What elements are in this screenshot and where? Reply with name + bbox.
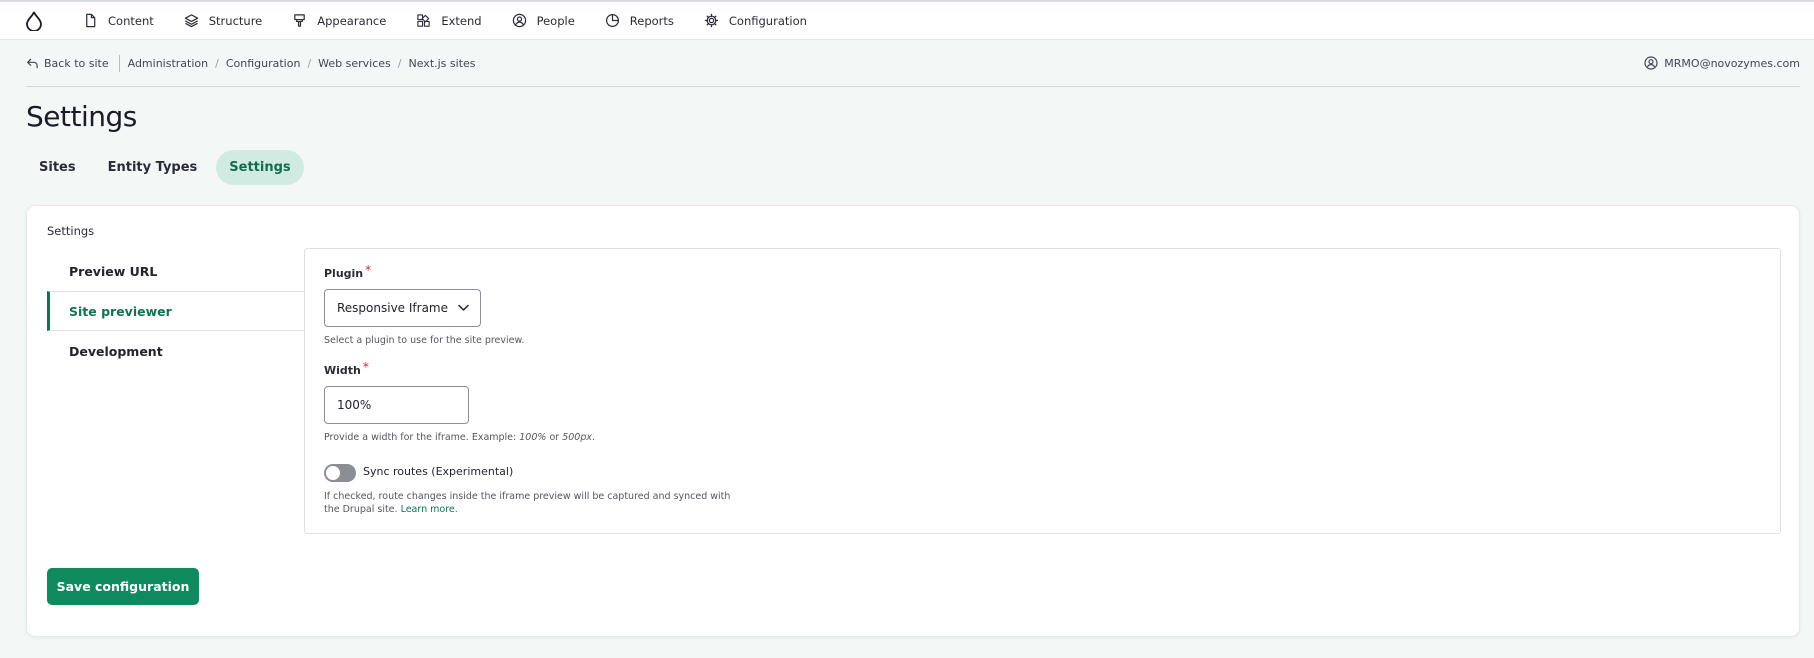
toolbar-item-appearance[interactable]: Appearance <box>277 2 401 40</box>
vertical-tab-development[interactable]: Development <box>47 331 305 371</box>
toolbar-item-configuration[interactable]: Configuration <box>689 2 822 40</box>
toolbar-item-label: Structure <box>208 13 263 28</box>
sync-routes-toggle[interactable] <box>324 464 356 482</box>
gear-icon <box>704 13 719 28</box>
width-label-text: Width <box>324 364 361 377</box>
required-marker: * <box>365 263 372 277</box>
toolbar-item-reports[interactable]: Reports <box>590 2 689 40</box>
plugin-label-text: Plugin <box>324 267 364 280</box>
breadcrumb-item[interactable]: Next.js sites <box>409 57 476 70</box>
chevron-down-icon <box>458 304 469 311</box>
width-help: Provide a width for the iframe. Example:… <box>324 431 595 444</box>
settings-form-card: Settings Preview URL Site previewer Deve… <box>26 205 1800 637</box>
back-to-site-label: Back to site <box>44 56 109 70</box>
toolbar-item-label: Content <box>108 13 154 28</box>
sync-routes-help: If checked, route changes inside the ifr… <box>324 490 730 516</box>
breadcrumb-separator: / <box>215 56 219 70</box>
breadcrumb-item[interactable]: Configuration <box>226 57 301 70</box>
drupal-drop-icon[interactable] <box>0 2 68 40</box>
width-input[interactable]: 100% <box>324 386 469 424</box>
width-help-or: or <box>546 432 563 443</box>
back-to-site-link[interactable]: Back to site <box>26 57 117 70</box>
brush-icon <box>294 14 306 27</box>
toolbar-item-label: Extend <box>441 13 482 28</box>
plugin-select[interactable]: Responsive Iframe <box>324 289 481 327</box>
site-previewer-pane: Plugin * Responsive Iframe Select a plugi… <box>304 248 1781 534</box>
vertical-tab-preview-url[interactable]: Preview URL <box>47 251 305 291</box>
width-label: Width * <box>324 360 369 377</box>
toolbar-item-content[interactable]: Content <box>68 2 169 40</box>
plugin-label: Plugin * <box>324 263 372 280</box>
user-circle-icon <box>1644 56 1658 70</box>
breadcrumb-divider <box>118 54 120 72</box>
tab-sites[interactable]: Sites <box>26 150 89 185</box>
width-example-px: 500px <box>562 432 592 443</box>
toolbar-item-label: Reports <box>629 13 674 28</box>
page-title: Settings <box>26 100 137 133</box>
breadcrumb-item[interactable]: Web services <box>318 57 391 70</box>
user-menu[interactable]: MRMO@novozymes.com <box>1644 56 1800 70</box>
vertical-tabs: Preview URL Site previewer Development <box>47 251 305 371</box>
toolbar-item-label: Configuration <box>728 13 807 28</box>
document-icon <box>86 13 96 28</box>
admin-toolbar: Content Structure Appearance Extend Peop… <box>0 0 1814 40</box>
layers-icon <box>184 14 198 28</box>
width-help-suffix: . <box>592 432 596 443</box>
sync-routes-help-line2: the Drupal site. <box>324 504 401 515</box>
toolbar-item-label: Appearance <box>317 13 387 28</box>
required-marker: * <box>362 360 369 374</box>
sync-routes-label[interactable]: Sync routes (Experimental) <box>363 465 513 478</box>
vertical-tab-site-previewer[interactable]: Site previewer <box>47 291 305 331</box>
toolbar-item-structure[interactable]: Structure <box>169 2 278 40</box>
toolbar-item-people[interactable]: People <box>497 2 590 40</box>
width-help-text: Provide a width for the iframe. Example: <box>324 432 520 443</box>
back-arrow-icon <box>27 58 38 68</box>
tab-entity-types[interactable]: Entity Types <box>95 150 211 185</box>
breadcrumb-separator: / <box>307 56 312 70</box>
save-configuration-button[interactable]: Save configuration <box>47 568 199 605</box>
pie-chart-icon <box>605 13 619 28</box>
user-email: MRMO@novozymes.com <box>1664 56 1800 70</box>
toggle-knob <box>326 466 340 480</box>
person-circle-icon <box>512 13 526 28</box>
plugin-select-value: Responsive Iframe <box>337 301 449 315</box>
primary-tabs: Sites Entity Types Settings <box>26 150 304 185</box>
breadcrumb-item[interactable]: Administration <box>128 57 209 70</box>
toolbar-item-extend[interactable]: Extend <box>401 2 496 40</box>
toolbar-item-label: People <box>536 13 575 28</box>
breadcrumb: Administration / Configuration / Web ser… <box>128 57 476 70</box>
breadcrumb-separator: / <box>397 56 402 70</box>
width-example-percent: 100% <box>519 432 547 443</box>
section-label: Settings <box>47 224 95 238</box>
plugin-help: Select a plugin to use for the site prev… <box>324 335 525 346</box>
puzzle-icon <box>417 14 430 27</box>
toolbar-nav: Content Structure Appearance Extend Peop… <box>68 2 822 40</box>
breadcrumb-bar: Back to site Administration / Configurat… <box>26 40 1800 87</box>
tab-settings[interactable]: Settings <box>216 150 304 185</box>
learn-more-link[interactable]: Learn more. <box>401 504 458 515</box>
sync-routes-help-line1: If checked, route changes inside the ifr… <box>324 491 731 502</box>
